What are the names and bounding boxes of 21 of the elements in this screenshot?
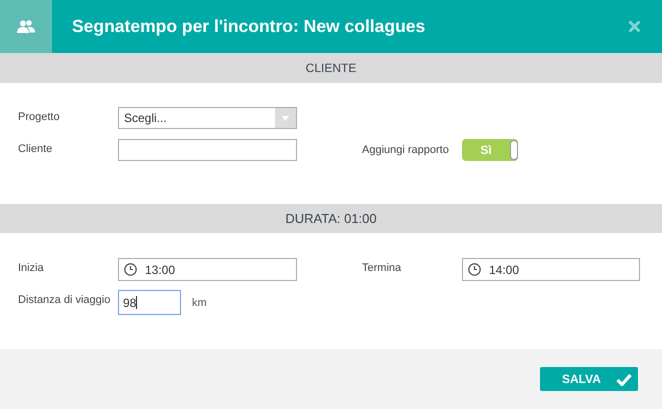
field-label: Termina bbox=[362, 261, 402, 276]
client-input[interactable] bbox=[118, 139, 297, 161]
section-title: CLIENTE bbox=[306, 61, 356, 75]
window-title: Segnatempo per l'incontro: New collagues bbox=[72, 16, 426, 37]
time-input[interactable]: 13:00 bbox=[118, 258, 297, 281]
distance-input[interactable]: 98 bbox=[118, 290, 181, 315]
caret-icon bbox=[282, 116, 289, 120]
field-label: Distanza di viaggio bbox=[18, 293, 112, 308]
field-label: Cliente bbox=[18, 142, 54, 157]
field-label: Aggiungi rapporto bbox=[362, 143, 450, 158]
field-label: Inizia bbox=[18, 261, 45, 276]
check-icon bbox=[616, 372, 632, 386]
unit-label: km bbox=[192, 296, 207, 308]
field-label: Progetto bbox=[18, 110, 61, 125]
time-input[interactable]: 14:00 bbox=[462, 258, 640, 281]
clock-icon bbox=[124, 263, 137, 276]
project-select[interactable]: Scegli... bbox=[118, 107, 297, 129]
clock-icon bbox=[468, 263, 481, 276]
people-icon bbox=[17, 20, 35, 33]
close-icon[interactable] bbox=[628, 20, 641, 33]
section-title: DURATA: 01:00 bbox=[285, 211, 377, 226]
